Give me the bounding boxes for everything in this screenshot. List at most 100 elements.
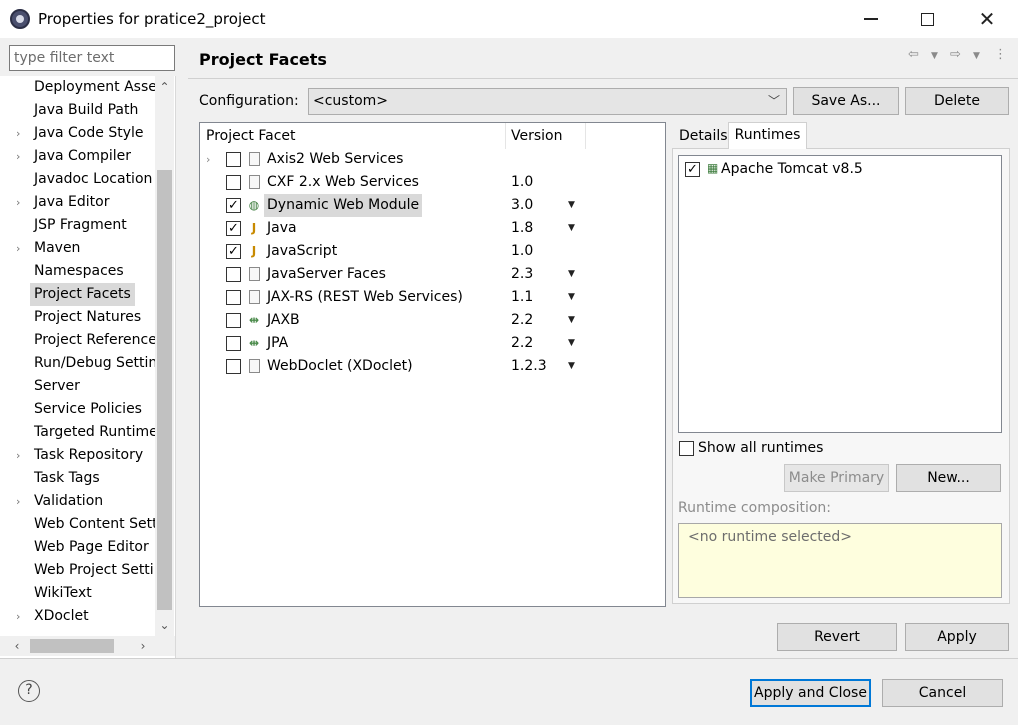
help-icon[interactable]: ? xyxy=(18,680,40,702)
sidebar-item[interactable]: Service Policies xyxy=(0,398,155,421)
facet-checkbox[interactable] xyxy=(226,175,241,190)
facet-row[interactable]: WebDoclet (XDoclet) 1.2.3 ▼ xyxy=(200,355,665,378)
facet-checkbox[interactable] xyxy=(226,152,241,167)
sidebar-item[interactable]: Task Tags xyxy=(0,467,155,490)
back-icon[interactable]: ⇦ xyxy=(908,47,919,62)
sidebar-item[interactable]: Java Build Path xyxy=(0,99,155,122)
sidebar-item[interactable]: Project Natures xyxy=(0,306,155,329)
facet-checkbox[interactable]: ✓ xyxy=(226,244,241,259)
runtime-checkbox[interactable]: ✓ xyxy=(685,162,700,177)
facet-version[interactable]: 3.0 xyxy=(511,194,533,217)
facet-row[interactable]: CXF 2.x Web Services 1.0 xyxy=(200,171,665,194)
sidebar-item[interactable]: Project References xyxy=(0,329,155,352)
sidebar-item[interactable]: JSP Fragment xyxy=(0,214,155,237)
cancel-button[interactable]: Cancel xyxy=(882,679,1003,707)
version-dropdown-icon[interactable]: ▼ xyxy=(568,309,575,332)
expand-arrow-icon[interactable]: › xyxy=(16,605,26,628)
sidebar-item[interactable]: › Validation xyxy=(0,490,155,513)
facet-checkbox[interactable] xyxy=(226,313,241,328)
facet-version[interactable]: 2.3 xyxy=(511,263,533,286)
sidebar-item[interactable]: Targeted Runtimes xyxy=(0,421,155,444)
apply-button[interactable]: Apply xyxy=(905,623,1009,651)
scroll-up-icon[interactable]: ⌃ xyxy=(155,78,174,96)
sidebar-item[interactable]: › Maven xyxy=(0,237,155,260)
facet-row[interactable]: ⇹ JPA 2.2 ▼ xyxy=(200,332,665,355)
facet-checkbox[interactable] xyxy=(226,359,241,374)
horizontal-scroll-thumb[interactable] xyxy=(30,639,114,653)
revert-button[interactable]: Revert xyxy=(777,623,897,651)
sidebar-item[interactable]: › XDoclet xyxy=(0,605,155,628)
sidebar-item[interactable]: › Task Repository xyxy=(0,444,155,467)
apply-and-close-button[interactable]: Apply and Close xyxy=(750,679,871,707)
sidebar-item[interactable]: Javadoc Location xyxy=(0,168,155,191)
sidebar-item[interactable]: Server xyxy=(0,375,155,398)
runtime-name[interactable]: Apache Tomcat v8.5 xyxy=(721,161,863,177)
column-header-version[interactable]: Version xyxy=(511,128,562,144)
version-dropdown-icon[interactable]: ▼ xyxy=(568,286,575,309)
version-dropdown-icon[interactable]: ▼ xyxy=(568,194,575,217)
facet-version[interactable]: 2.2 xyxy=(511,309,533,332)
sidebar-item[interactable]: Web Content Settings xyxy=(0,513,155,536)
sidebar-item[interactable]: › Java Editor xyxy=(0,191,155,214)
facet-version[interactable]: 2.2 xyxy=(511,332,533,355)
version-dropdown-icon[interactable]: ▼ xyxy=(568,332,575,355)
sidebar-item[interactable]: Web Project Settings xyxy=(0,559,155,582)
show-all-runtimes-label[interactable]: Show all runtimes xyxy=(698,440,823,456)
facet-row[interactable]: ✓ J Java 1.8 ▼ xyxy=(200,217,665,240)
minimize-button[interactable] xyxy=(842,0,900,38)
facet-row[interactable]: ⇹ JAXB 2.2 ▼ xyxy=(200,309,665,332)
sidebar-item[interactable]: Project Facets xyxy=(0,283,155,306)
facet-row[interactable]: › Axis2 Web Services xyxy=(200,148,665,171)
expand-arrow-icon[interactable]: › xyxy=(16,191,26,214)
sidebar-item[interactable]: Namespaces xyxy=(0,260,155,283)
maximize-button[interactable] xyxy=(898,0,956,38)
facet-version[interactable]: 1.1 xyxy=(511,286,533,309)
facet-row[interactable]: JavaServer Faces 2.3 ▼ xyxy=(200,263,665,286)
show-all-runtimes-checkbox[interactable] xyxy=(679,441,694,456)
facet-checkbox[interactable]: ✓ xyxy=(226,221,241,236)
expand-arrow-icon[interactable]: › xyxy=(16,122,26,145)
sidebar-item[interactable]: Web Page Editor xyxy=(0,536,155,559)
sidebar-item[interactable]: › Java Compiler xyxy=(0,145,155,168)
column-header-facet[interactable]: Project Facet xyxy=(206,128,296,144)
scroll-left-icon[interactable]: ‹ xyxy=(8,636,26,656)
vertical-scrollbar[interactable]: ⌃ ⌄ xyxy=(155,76,174,636)
save-as-button[interactable]: Save As... xyxy=(793,87,899,115)
expand-arrow-icon[interactable]: › xyxy=(206,148,210,171)
expand-arrow-icon[interactable]: › xyxy=(16,444,26,467)
filter-input[interactable] xyxy=(9,45,175,71)
tab-runtimes[interactable]: Runtimes xyxy=(728,122,807,149)
version-dropdown-icon[interactable]: ▼ xyxy=(568,217,575,240)
sidebar-item[interactable]: Run/Debug Settings xyxy=(0,352,155,375)
delete-button[interactable]: Delete xyxy=(905,87,1009,115)
horizontal-scrollbar[interactable]: ‹ › xyxy=(0,636,175,656)
sidebar-item[interactable]: Deployment Assembly xyxy=(0,76,155,99)
make-primary-button[interactable]: Make Primary xyxy=(784,464,889,492)
facet-checkbox[interactable] xyxy=(226,336,241,351)
facet-checkbox[interactable]: ✓ xyxy=(226,198,241,213)
view-menu-icon[interactable]: ⋮ xyxy=(994,47,1007,62)
facet-version[interactable]: 1.8 xyxy=(511,217,533,240)
close-button[interactable]: ✕ xyxy=(958,0,1016,38)
tab-details[interactable]: Details xyxy=(673,124,734,149)
facet-version[interactable]: 1.2.3 xyxy=(511,355,547,378)
scroll-down-icon[interactable]: ⌄ xyxy=(155,616,174,634)
version-dropdown-icon[interactable]: ▼ xyxy=(568,263,575,286)
facet-row[interactable]: ✓ J JavaScript 1.0 xyxy=(200,240,665,263)
back-menu-icon[interactable]: ▼ xyxy=(931,51,938,61)
expand-arrow-icon[interactable]: › xyxy=(16,237,26,260)
configuration-select[interactable]: <custom> ﹀ xyxy=(308,88,787,115)
vertical-scroll-thumb[interactable] xyxy=(157,170,172,610)
sidebar-item[interactable]: WikiText xyxy=(0,582,155,605)
sidebar-item[interactable]: › Java Code Style xyxy=(0,122,155,145)
facet-row[interactable]: ✓ ◍ Dynamic Web Module 3.0 ▼ xyxy=(200,194,665,217)
forward-icon[interactable]: ⇨ xyxy=(950,47,961,62)
facet-checkbox[interactable] xyxy=(226,290,241,305)
version-dropdown-icon[interactable]: ▼ xyxy=(568,355,575,378)
new-runtime-button[interactable]: New... xyxy=(896,464,1001,492)
forward-menu-icon[interactable]: ▼ xyxy=(973,51,980,61)
expand-arrow-icon[interactable]: › xyxy=(16,490,26,513)
facet-row[interactable]: JAX-RS (REST Web Services) 1.1 ▼ xyxy=(200,286,665,309)
expand-arrow-icon[interactable]: › xyxy=(16,145,26,168)
scroll-right-icon[interactable]: › xyxy=(134,636,152,656)
